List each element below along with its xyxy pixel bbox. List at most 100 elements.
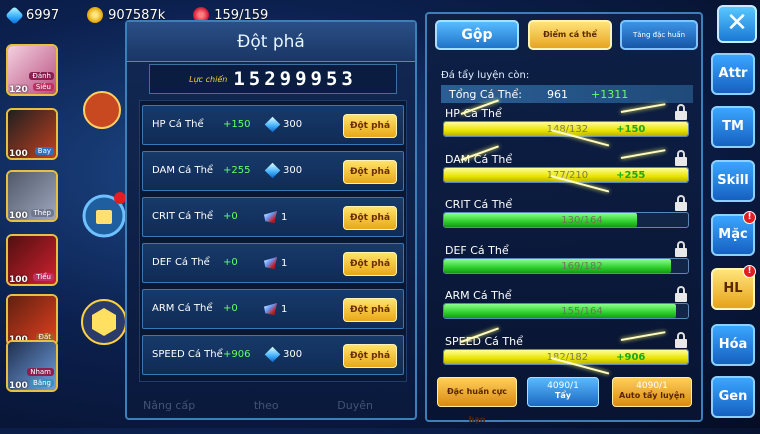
lock-icon[interactable] [675, 104, 687, 120]
side-tab-mặc[interactable]: Mặc! [711, 211, 756, 256]
notification-badge: ! [743, 211, 756, 224]
lock-icon[interactable] [675, 195, 687, 211]
coin-icon [87, 7, 104, 23]
stat-row: DAM Cá Thể 177/210 +255 [441, 144, 693, 197]
stat-value: 169/182 [561, 260, 603, 272]
side-tab-hóa[interactable]: Hóa [711, 324, 755, 366]
team-slot[interactable]: Thép 100 [6, 170, 58, 222]
breakthrough-panel: Đột phá Lực chiến 15299953 HP Cá Thể +150… [125, 20, 417, 420]
power-label: Lực chiến [189, 74, 228, 84]
stat-bonus: +255 [223, 165, 251, 176]
panel-title: Đột phá [127, 22, 415, 62]
gems-count: 6997 [26, 7, 60, 23]
type-tag: Thép [30, 209, 54, 217]
wash-label: Tẩy [554, 391, 572, 400]
side-tab-gen[interactable]: Gen [711, 376, 755, 418]
padlock-icon [96, 210, 112, 224]
stat-row: CRIT Cá Thể 130/164 [441, 195, 693, 242]
stat-bar: 130/164 [443, 212, 689, 228]
tab-fate[interactable]: Duyên [337, 399, 373, 412]
stat-row: SPEED Cá Thể 182/182 +906 [441, 326, 693, 379]
stat-row: HP Cá Thể 148/132 +150 [441, 99, 693, 151]
breakthrough-button[interactable]: Đột phá [343, 206, 397, 230]
training-panel: Gộp Điểm cá thể Tăng đặc huấn Đá tẩy luy… [425, 12, 703, 424]
stat-name: DEF Cá Thể [445, 243, 509, 257]
chip-icon [264, 257, 277, 269]
team-slot[interactable]: Tiểu 100 [6, 234, 58, 286]
tab-upgrade[interactable]: Nâng cấp [143, 399, 195, 412]
stat-value: 130/164 [561, 215, 603, 226]
lock-icon[interactable] [675, 149, 687, 166]
monster-level: 100 [9, 381, 28, 391]
merge-tab-button[interactable]: Gộp [435, 20, 519, 50]
stat-name: CRIT Cá Thể [445, 198, 513, 211]
breakthrough-button[interactable]: Đột phá [343, 252, 397, 276]
stat-bonus: +906 [223, 349, 251, 360]
breakthrough-row: SPEED Cá Thể +906 300 Đột phá [142, 335, 404, 375]
side-tab-skill[interactable]: Skill [711, 160, 755, 202]
breakthrough-button[interactable]: Đột phá [343, 298, 397, 322]
stat-plus: +150 [616, 124, 646, 135]
special-training-tab-button[interactable]: Tăng đặc huấn [620, 20, 698, 50]
breakthrough-row: ARM Cá Thể +0 1 Đột phá [142, 289, 404, 329]
monster-level: 100 [9, 211, 28, 221]
close-button[interactable]: ✕ [717, 5, 757, 43]
stat-plus: +906 [616, 351, 646, 363]
stat-name: SPEED Cá Thể [152, 349, 223, 360]
stat-value: 148/132 [546, 124, 589, 135]
stat-row: ARM Cá Thể 155/164 [441, 286, 693, 333]
type-tag: Bay [34, 147, 54, 155]
stat-bonus: +150 [223, 119, 251, 130]
stat-name: ARM Cá Thể [445, 289, 512, 302]
breakthrough-row: HP Cá Thể +150 300 Đột phá [142, 105, 404, 145]
team-slot[interactable]: Bay 100 [6, 108, 58, 160]
combat-power: Lực chiến 15299953 [149, 64, 397, 94]
character-art [83, 91, 121, 129]
auto-wash-button[interactable]: 4090/1 Auto tẩy luyện [612, 377, 692, 407]
team-slot[interactable]: Băng Nham 100 [6, 340, 58, 392]
stat-name: ARM Cá Thể [152, 303, 213, 314]
cost: 1 [264, 257, 287, 269]
wash-button[interactable]: 4090/1 Tẩy [527, 377, 599, 407]
extreme-training-button[interactable]: Đặc huấn cực hạn [437, 377, 517, 424]
lock-icon[interactable] [675, 240, 687, 257]
cost: 1 [264, 211, 287, 223]
side-tab-label: Mặc [718, 227, 748, 242]
side-tab-label: HL [723, 281, 743, 296]
cost-value: 300 [283, 165, 303, 176]
cost-value: 300 [283, 349, 303, 360]
breakthrough-row: CRIT Cá Thể +0 1 Đột phá [142, 197, 404, 237]
breakthrough-row: DEF Cá Thể +0 1 Đột phá [142, 243, 404, 283]
cost: 300 [264, 346, 303, 363]
side-tab-hl[interactable]: HL! [711, 265, 756, 310]
lightning-effect [620, 103, 666, 113]
team-slot[interactable]: Siêu Đánh 120 [6, 44, 58, 96]
tab-follow[interactable]: theo [254, 399, 279, 412]
gems-resource: 6997 [5, 5, 60, 25]
lock-icon[interactable] [675, 286, 687, 302]
stat-row: DEF Cá Thể 169/182 [441, 240, 693, 288]
side-tab-tm[interactable]: TM [711, 106, 755, 148]
stat-bar: 169/182 [443, 257, 689, 274]
team-slot[interactable]: Đất 100 [6, 294, 58, 346]
monster-level: 100 [9, 149, 28, 159]
breakthrough-list: HP Cá Thể +150 300 Đột phá DAM Cá Thể +255 300… [139, 100, 407, 382]
breakthrough-button[interactable]: Đột phá [343, 114, 397, 138]
side-tab-label: Gen [718, 389, 748, 404]
cost-value: 1 [281, 303, 288, 315]
auto-wash-label: Auto tẩy luyện [619, 391, 685, 400]
stat-value: 155/164 [561, 306, 603, 317]
gem-icon [5, 5, 24, 25]
side-tab-label: TM [722, 119, 744, 134]
breakthrough-button[interactable]: Đột phá [343, 344, 397, 368]
power-value: 15299953 [233, 68, 357, 90]
stat-name: CRIT Cá Thể [152, 211, 214, 222]
breakthrough-button[interactable]: Đột phá [343, 160, 397, 184]
individual-points-tab-button[interactable]: Điểm cá thể [528, 20, 612, 50]
lock-icon[interactable] [675, 331, 687, 348]
stat-name: DEF Cá Thể [152, 257, 210, 268]
wash-stone-label: Đá tẩy luyện còn: [441, 70, 530, 81]
cost: 300 [264, 116, 302, 133]
type-tag: Tiểu [33, 273, 54, 281]
side-tab-attr[interactable]: Attr [711, 53, 755, 95]
